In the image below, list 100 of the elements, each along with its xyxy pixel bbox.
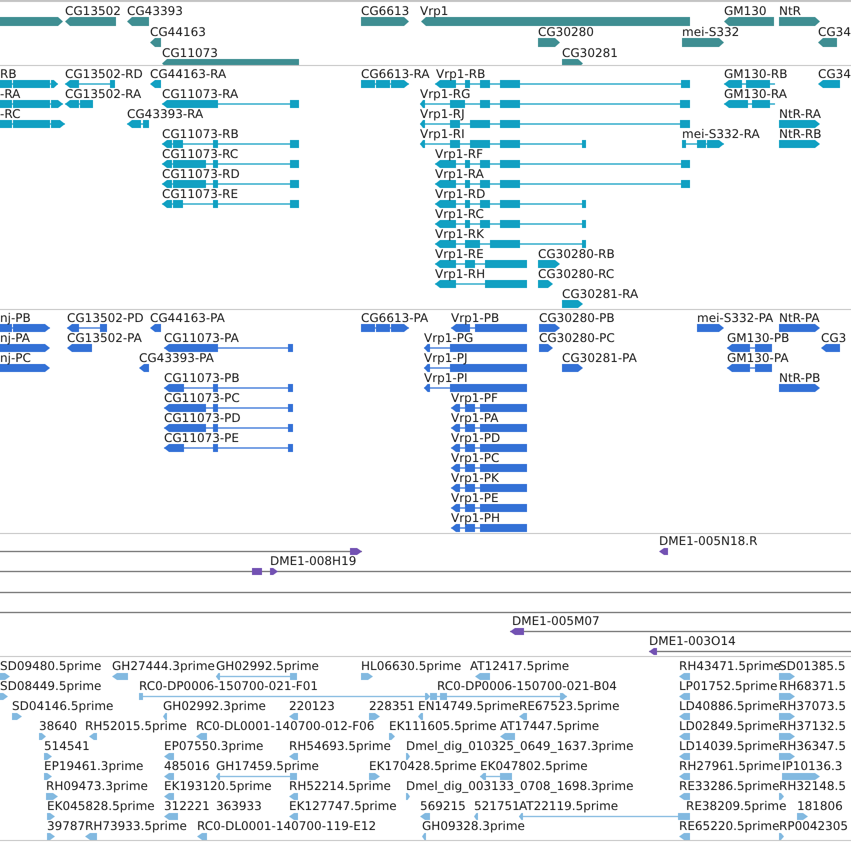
feature-label: nj-PA — [0, 331, 30, 345]
feature-label: mei-S332-PA — [697, 311, 774, 325]
feature-label: NtR-PB — [779, 371, 820, 385]
feature-label: RH68371.5 — [779, 679, 846, 693]
feature-label: mei-S332 — [682, 25, 740, 39]
feature-label: IP10136.3 — [782, 759, 842, 773]
feature-label: NtR-RA — [779, 107, 821, 121]
feature-label: Vrp1-PC — [451, 451, 500, 465]
feature-label: RC0-DP0006-150700-021-B04 — [437, 679, 617, 693]
feature-label: Vrp1-PK — [451, 471, 499, 485]
feature-label: GH02992.3prime — [163, 699, 266, 713]
feature-label: RE65220.5prime — [679, 819, 780, 833]
feature-label: GM130-RB — [724, 67, 788, 81]
feature-label: CG13502-PD — [67, 311, 144, 325]
feature-label: NtR-RB — [779, 127, 822, 141]
feature-label: 38640 — [39, 719, 78, 733]
feature-label: CG30281 — [562, 46, 618, 60]
feature-label: Vrp1-PH — [451, 511, 500, 525]
feature-label: GM130 — [724, 4, 767, 18]
feature-label: Vrp1-RA — [435, 167, 484, 181]
feature-label: RH36347.5 — [779, 739, 846, 753]
feature-label: EK193120.5prime — [164, 779, 272, 793]
feature-label: -RA — [0, 87, 20, 101]
feature-label: LD14039.5prime — [679, 739, 780, 753]
feature-label: CG30281-PA — [562, 351, 637, 365]
feature-label: CG13502-RD — [65, 67, 143, 81]
feature-label: CG30281-RA — [562, 287, 638, 301]
feature-label: CG11073-RD — [162, 167, 240, 181]
feature-label: CG11073-PB — [164, 371, 240, 385]
feature-label: CG43393 — [127, 4, 183, 18]
feature-label: Vrp1-RH — [435, 267, 486, 281]
feature-label: RC0-DL0001-140700-012-F06 — [196, 719, 374, 733]
feature-label: CG6613-RA — [361, 67, 430, 81]
feature-label: SD04146.5prime — [12, 699, 114, 713]
feature-label: GH17459.5prime — [216, 759, 319, 773]
feature-label: CG11073-RC — [162, 147, 238, 161]
feature-label: RH37073.5 — [779, 699, 846, 713]
feature-label: GH27444.3prime — [112, 659, 215, 673]
feature-label: RP0042305 — [779, 819, 848, 833]
feature-label: 220123 — [289, 699, 335, 713]
feature-label: CG44163 — [150, 25, 206, 39]
feature-label: CG34 — [818, 67, 851, 81]
feature-label: CG30280-RB — [538, 247, 615, 261]
feature-label: Vrp1-PG — [424, 331, 474, 345]
feature-label: EK170428.5prime — [369, 759, 477, 773]
feature-label: RE67523.5prime — [519, 699, 620, 713]
feature-label: DME1-008H19 — [270, 554, 356, 568]
feature-label: RH37132.5 — [779, 719, 846, 733]
feature-label: CG44163-PA — [150, 311, 225, 325]
feature-label: EP07550.3prime — [164, 739, 264, 753]
feature-label: CG11073-PE — [164, 431, 239, 445]
feature-label: RE38209.5prime — [686, 799, 786, 813]
feature-label: CG30280-RC — [538, 267, 614, 281]
feature-label: nj-PC — [0, 351, 31, 365]
feature-label: CG43393-RA — [127, 107, 204, 121]
feature-label: mei-S332-RA — [682, 127, 760, 141]
feature-label: Vrp1-RF — [435, 147, 483, 161]
feature-label: SD08449.5prime — [0, 679, 102, 693]
feature-label: 228351 — [369, 699, 415, 713]
feature-label: CG3 — [821, 331, 846, 345]
feature-label: Vrp1-PF — [451, 391, 498, 405]
feature-label: CG13502 — [65, 4, 121, 18]
feature-label: CG13502-PA — [67, 331, 142, 345]
feature-label: CG43393-PA — [139, 351, 214, 365]
feature-label: DME1-005N18.R — [659, 534, 758, 548]
feature-label: Vrp1 — [420, 4, 448, 18]
feature-label: RH32148.5 — [779, 779, 846, 793]
feature-label: Vrp1-RE — [435, 247, 484, 261]
feature-label: CG13502-RA — [65, 87, 142, 101]
feature-label: GH02992.5prime — [216, 659, 319, 673]
feature-label: Dmel_dig_010325_0649_1637.3prime — [406, 739, 634, 753]
feature-label: LD40886.5prime — [679, 699, 780, 713]
feature-label: EN14749.5prime — [418, 699, 520, 713]
feature-label: CG11073-PC — [164, 391, 240, 405]
feature-label: RH52214.5prime — [289, 779, 391, 793]
feature-label: Vrp1-PE — [451, 491, 499, 505]
feature-label: Vrp1-RK — [435, 227, 484, 241]
feature-label: Vrp1-RI — [420, 127, 465, 141]
feature-label: HL06630.5prime — [361, 659, 462, 673]
feature-label: Dmel_dig_003133_0708_1698.3prime — [406, 779, 634, 793]
feature-label: LP01752.5prime — [679, 679, 778, 693]
feature-label: EP19461.3prime — [44, 759, 144, 773]
feature-label: RH73933.5prime — [85, 819, 187, 833]
feature-label: CG30280 — [538, 25, 594, 39]
feature-label: CG11073-PA — [164, 331, 239, 345]
feature-label: 181806 — [797, 799, 843, 813]
feature-label: CG11073 — [162, 46, 218, 60]
feature-label: 363933 — [216, 799, 262, 813]
feature-label: RH09473.3prime — [46, 779, 148, 793]
feature-label: NtR-PA — [779, 311, 820, 325]
feature-label: Vrp1-PA — [451, 411, 498, 425]
feature-label: CG11073-RE — [162, 187, 238, 201]
feature-label: Vrp1-RC — [435, 207, 484, 221]
feature-label: RH52015.5prime — [85, 719, 187, 733]
feature-label: Vrp1-RJ — [420, 107, 465, 121]
feature-label: AT17447.5prime — [500, 719, 600, 733]
feature-label: CG11073-RA — [162, 87, 238, 101]
feature-label: Vrp1-PD — [451, 431, 500, 445]
feature-label: CG11073-PD — [164, 411, 241, 425]
feature-label: GM130-PB — [727, 331, 790, 345]
